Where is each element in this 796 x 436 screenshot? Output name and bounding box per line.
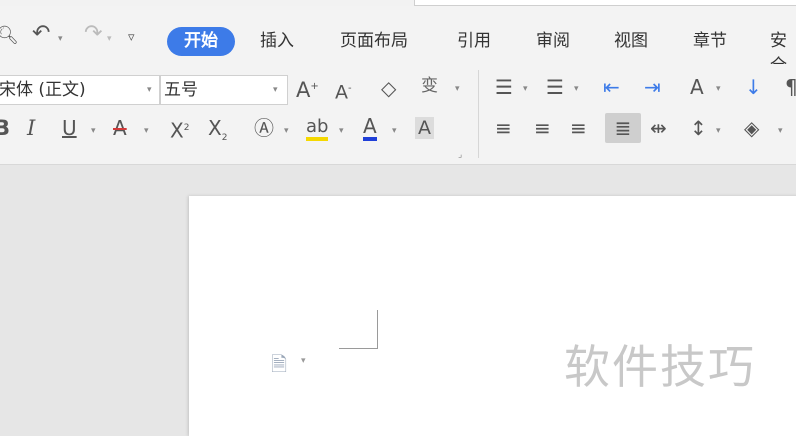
- tab-references[interactable]: 引用: [457, 26, 491, 51]
- margin-corner-mark: [339, 310, 378, 349]
- paragraph-shading-dropdown-icon[interactable]: ▾: [778, 126, 783, 136]
- subscript-icon[interactable]: X2: [208, 118, 227, 148]
- line-spacing-icon[interactable]: ↕: [690, 118, 707, 138]
- superscript-icon[interactable]: X2: [170, 118, 189, 141]
- paragraph-shading-icon[interactable]: ◈: [744, 118, 759, 138]
- distributed-align-icon[interactable]: ⇹: [650, 118, 667, 138]
- phonetic-dropdown-icon[interactable]: ▾: [455, 84, 460, 94]
- font-color-dropdown-icon[interactable]: ▾: [392, 126, 397, 136]
- clear-formatting-icon[interactable]: ◇: [381, 78, 396, 98]
- shrink-font-icon[interactable]: A-: [335, 79, 352, 102]
- bold-icon[interactable]: B: [0, 118, 10, 139]
- customize-quick-access-icon[interactable]: ▿: [128, 28, 135, 48]
- character-shading-icon[interactable]: A: [415, 117, 434, 139]
- increase-indent-icon[interactable]: ⇥: [644, 77, 661, 97]
- highlight-dropdown-icon[interactable]: ▾: [339, 126, 344, 136]
- align-center-icon[interactable]: ≡: [534, 118, 551, 138]
- tab-insert[interactable]: 插入: [260, 26, 294, 51]
- phonetic-guide-icon[interactable]: 变: [421, 76, 438, 96]
- underline-dropdown-icon[interactable]: ▾: [91, 126, 96, 136]
- font-name-dropdown-icon[interactable]: ▾: [147, 76, 152, 104]
- grow-font-icon[interactable]: A+: [296, 77, 319, 101]
- undo-dropdown-icon[interactable]: ▾: [58, 34, 63, 44]
- menu-bar: 🔍︎ ↶ ▾ ↷ ▾ ▿ 开始 插入 页面布局 引用 审阅 视图 章节 安全: [0, 6, 796, 76]
- font-name-value: 宋体 (正文): [0, 80, 86, 100]
- paste-options-dropdown-icon[interactable]: ▾: [301, 356, 306, 366]
- text-effect-icon[interactable]: Ⓐ: [254, 118, 274, 138]
- font-size-dropdown-icon[interactable]: ▾: [273, 76, 278, 104]
- tab-page-layout[interactable]: 页面布局: [340, 26, 408, 51]
- numbered-list-dropdown-icon[interactable]: ▾: [574, 84, 579, 94]
- font-name-select[interactable]: 宋体 (正文) ▾: [0, 75, 160, 105]
- bullet-list-icon[interactable]: ☰: [495, 77, 513, 97]
- undo-icon[interactable]: ↶: [32, 23, 50, 45]
- font-dialog-launcher-icon[interactable]: ⌟: [458, 150, 462, 160]
- strikethrough-dropdown-icon[interactable]: ▾: [144, 126, 149, 136]
- align-left-icon[interactable]: ≡: [495, 118, 512, 138]
- paste-options-icon[interactable]: 🗎: [271, 350, 287, 384]
- bullet-list-dropdown-icon[interactable]: ▾: [523, 84, 528, 94]
- print-preview-icon[interactable]: 🔍︎: [0, 26, 19, 46]
- align-right-icon[interactable]: ≡: [570, 118, 587, 138]
- justify-icon[interactable]: ≣: [605, 113, 641, 143]
- tab-review[interactable]: 审阅: [536, 26, 570, 51]
- chinese-layout-icon[interactable]: A: [690, 77, 704, 97]
- redo-icon[interactable]: ↷: [84, 23, 102, 45]
- document-page[interactable]: 🗎 ▾: [189, 196, 796, 436]
- watermark-text: 软件技巧: [564, 340, 756, 394]
- strikethrough-icon[interactable]: A: [113, 118, 127, 138]
- show-marks-icon[interactable]: ¶: [785, 77, 796, 97]
- italic-icon[interactable]: I: [27, 118, 35, 139]
- decrease-indent-icon[interactable]: ⇤: [603, 77, 620, 97]
- sort-icon[interactable]: ↓: [745, 77, 762, 97]
- group-separator: [478, 70, 479, 158]
- tab-view[interactable]: 视图: [614, 26, 648, 51]
- line-spacing-dropdown-icon[interactable]: ▾: [716, 126, 721, 136]
- redo-dropdown-icon[interactable]: ▾: [107, 34, 112, 44]
- font-size-value: 五号: [164, 80, 198, 100]
- highlight-icon[interactable]: ab: [306, 117, 329, 141]
- font-size-select[interactable]: 五号 ▾: [160, 75, 288, 105]
- tab-home[interactable]: 开始: [167, 27, 235, 56]
- tab-chapter[interactable]: 章节: [693, 26, 727, 51]
- chinese-layout-dropdown-icon[interactable]: ▾: [716, 84, 721, 94]
- numbered-list-icon[interactable]: ☰: [546, 77, 564, 97]
- font-color-icon[interactable]: A: [363, 116, 377, 141]
- text-effect-dropdown-icon[interactable]: ▾: [284, 126, 289, 136]
- underline-icon[interactable]: U: [62, 118, 77, 138]
